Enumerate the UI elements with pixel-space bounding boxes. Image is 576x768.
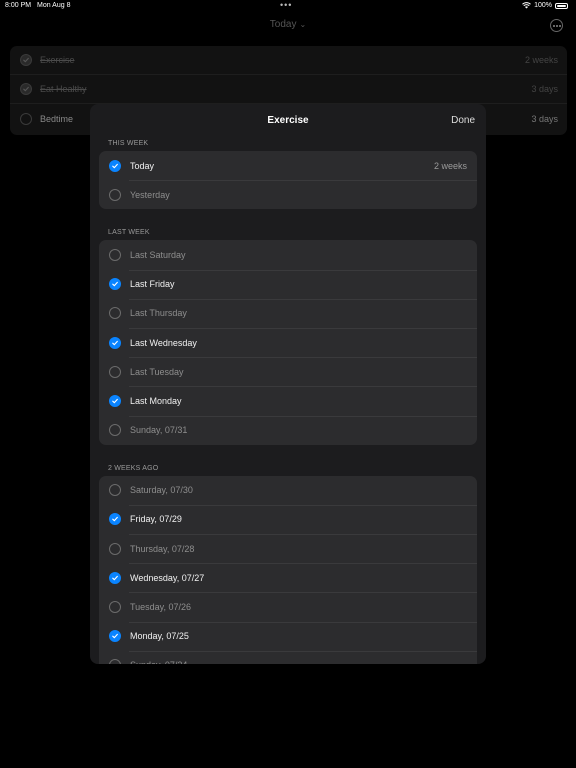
nav-bar: Today ⌄ <box>0 14 576 38</box>
status-time: 8:00 PM <box>5 2 32 9</box>
day-group: Saturday, 07/30 Friday, 07/29 Thursday, 07… <box>99 475 477 664</box>
checkmark-circle-icon[interactable] <box>109 278 121 291</box>
day-label: Sunday, 07/24 <box>130 660 187 664</box>
day-sections: THIS WEEK Today 2 weeks Yesterday LAST WEEK L… <box>90 136 486 664</box>
day-row[interactable]: Sunday, 07/31 <box>99 415 477 445</box>
done-button[interactable]: Done <box>451 115 475 126</box>
day-group: Today 2 weeks Yesterday <box>99 151 477 210</box>
streak-value: 2 weeks <box>433 160 467 171</box>
day-label: Last Tuesday <box>130 366 184 377</box>
more-button[interactable] <box>550 19 563 32</box>
circle-icon[interactable] <box>109 659 121 664</box>
battery-percent: 100% <box>534 2 552 9</box>
habit-streak: 3 days <box>531 84 558 94</box>
day-label: Sunday, 07/31 <box>130 425 188 436</box>
multitasking-dots-icon[interactable]: ••• <box>280 0 292 10</box>
circle-icon[interactable] <box>109 542 121 555</box>
checkmark-circle-icon[interactable] <box>20 83 32 95</box>
nav-title-button[interactable]: Today ⌄ <box>0 19 576 30</box>
dot-icon <box>552 24 555 27</box>
day-group: Last Saturday Last Friday Last Thursday Las… <box>99 240 477 445</box>
status-date: Mon Aug 8 <box>37 2 71 9</box>
circle-icon[interactable] <box>109 424 121 437</box>
checkmark-circle-icon[interactable] <box>109 394 121 407</box>
day-label: Monday, 07/25 <box>130 631 189 642</box>
circle-icon[interactable] <box>109 601 121 614</box>
dot-icon <box>555 24 558 27</box>
day-label: Wednesday, 07/27 <box>130 572 205 583</box>
day-row[interactable]: Last Wednesday <box>99 327 477 357</box>
section-header: THIS WEEK <box>108 140 149 147</box>
circle-icon[interactable] <box>109 484 121 497</box>
day-row[interactable]: Tuesday, 07/26 <box>99 592 477 621</box>
circle-icon[interactable] <box>109 365 121 378</box>
chevron-down-icon: ⌄ <box>299 20 307 29</box>
day-row[interactable]: Last Thursday <box>99 298 477 328</box>
day-row[interactable]: Wednesday, 07/27 <box>99 563 477 592</box>
day-row[interactable]: Last Tuesday <box>99 357 477 386</box>
day-row[interactable]: Monday, 07/25 <box>99 621 477 651</box>
habit-row[interactable]: Exercise 2 weeks <box>10 46 567 75</box>
day-label: Last Saturday <box>130 249 186 260</box>
section-header: LAST WEEK <box>108 229 150 237</box>
day-label: Yesterday <box>130 189 170 200</box>
day-row[interactable]: Yesterday <box>99 180 477 209</box>
day-label: Last Monday <box>130 395 182 406</box>
checkmark-circle-icon[interactable] <box>109 159 121 172</box>
screen: 8:00 PM Mon Aug 8 ••• 100% Today ⌄ Exerci… <box>0 0 576 768</box>
day-row[interactable]: Saturday, 07/30 <box>99 476 477 505</box>
habit-row[interactable]: Eat Healthy 3 days <box>10 75 567 104</box>
checkmark-circle-icon[interactable] <box>20 54 32 66</box>
habit-label: Eat Healthy <box>40 84 87 94</box>
circle-icon[interactable] <box>109 248 121 261</box>
day-label: Saturday, 07/30 <box>130 485 193 496</box>
status-right: 100% <box>522 2 568 9</box>
nav-title: Today <box>269 19 297 30</box>
status-bar: 8:00 PM Mon Aug 8 ••• 100% <box>0 0 576 12</box>
day-row[interactable]: Friday, 07/29 <box>99 504 477 534</box>
day-label: Last Wednesday <box>130 337 197 348</box>
checkmark-circle-icon[interactable] <box>109 336 121 349</box>
day-row[interactable]: Today 2 weeks <box>99 151 477 180</box>
dot-icon <box>558 24 561 27</box>
day-label: Last Thursday <box>130 308 187 319</box>
day-label: Today <box>130 160 155 171</box>
habit-label: Exercise <box>40 55 75 65</box>
habit-detail-sheet: Exercise Done THIS WEEK Today 2 weeks Yeste… <box>90 104 486 664</box>
day-row[interactable]: Last Friday <box>99 269 477 299</box>
habit-streak: 3 days <box>531 113 558 124</box>
day-label: Friday, 07/29 <box>130 514 182 525</box>
checkmark-circle-icon[interactable] <box>109 513 121 526</box>
day-row[interactable]: Last Monday <box>99 386 477 415</box>
day-row[interactable]: Sunday, 07/24 <box>99 650 477 664</box>
circle-icon[interactable] <box>20 112 32 125</box>
day-label: Last Friday <box>130 279 175 290</box>
habit-streak: 2 weeks <box>524 55 558 65</box>
day-row[interactable]: Thursday, 07/28 <box>99 534 477 563</box>
checkmark-circle-icon[interactable] <box>109 571 121 584</box>
checkmark-circle-icon[interactable] <box>109 630 121 643</box>
section-header: 2 WEEKS AGO <box>108 464 159 472</box>
habit-label: Bedtime <box>40 113 74 124</box>
day-row[interactable]: Last Saturday <box>99 240 477 269</box>
circle-icon[interactable] <box>109 188 121 201</box>
sheet-title: Exercise <box>267 115 309 126</box>
circle-icon[interactable] <box>109 307 121 320</box>
battery-icon <box>555 2 568 9</box>
day-label: Tuesday, 07/26 <box>130 602 192 613</box>
day-label: Thursday, 07/28 <box>130 543 195 554</box>
sheet-header: Exercise Done <box>90 104 486 136</box>
wifi-icon <box>522 2 531 9</box>
